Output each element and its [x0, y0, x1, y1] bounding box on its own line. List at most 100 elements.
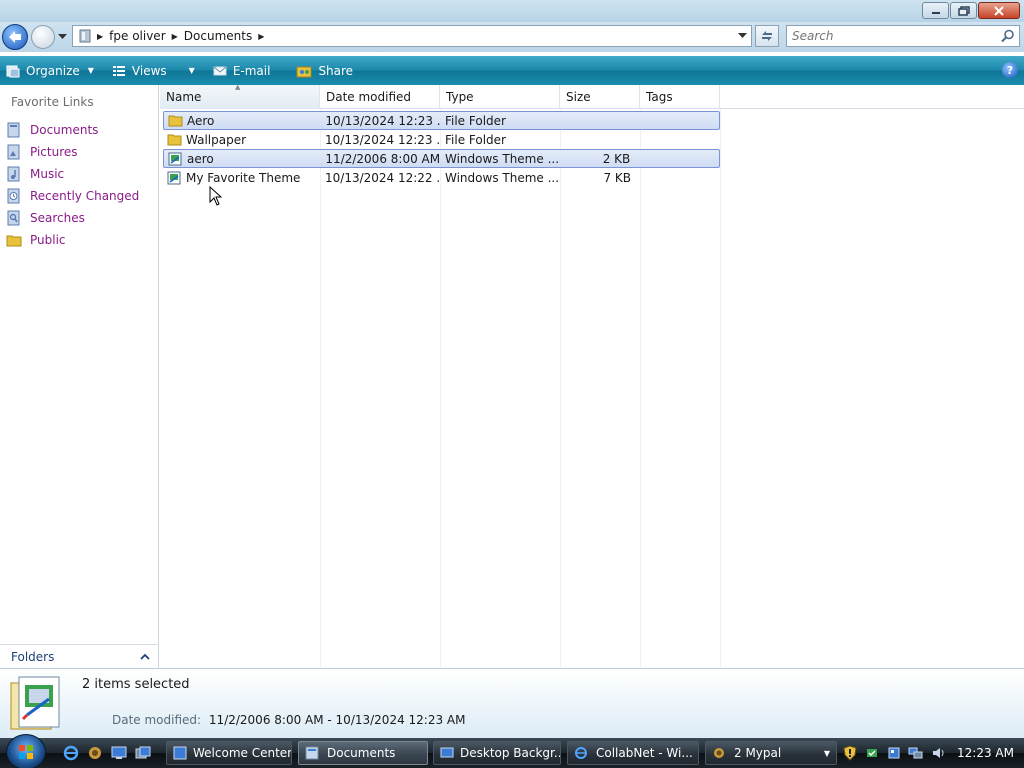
file-size: 7 KB	[603, 170, 631, 185]
nav-item-label: Pictures	[30, 145, 78, 159]
security-shield-icon[interactable]	[841, 744, 859, 762]
folders-label: Folders	[11, 649, 55, 664]
windows-sidebar-icon[interactable]	[885, 744, 903, 762]
details-pane: 2 items selected Date modified: 11/2/200…	[0, 668, 1024, 738]
file-row-aero-theme[interactable]: aero 11/2/2006 8:00 AM Windows Theme ...…	[163, 149, 720, 168]
start-button[interactable]	[6, 734, 46, 768]
column-header-label: Date modified	[326, 90, 412, 104]
internet-explorer-icon[interactable]	[62, 744, 80, 762]
folders-toggle[interactable]: Folders	[0, 644, 158, 668]
email-button[interactable]: E-mail	[207, 56, 277, 85]
breadcrumb-separator[interactable]: ▶	[97, 32, 103, 41]
mypal-browser-icon[interactable]	[86, 744, 104, 762]
refresh-button[interactable]	[755, 25, 779, 47]
date-modified-row: Date modified: 11/2/2006 8:00 AM - 10/13…	[112, 713, 466, 727]
column-header-date-modified[interactable]: Date modified	[320, 85, 440, 109]
close-button[interactable]	[978, 2, 1020, 19]
column-header-tags[interactable]: Tags	[640, 85, 720, 109]
taskbar-button-label: 2 Mypal	[734, 746, 782, 760]
views-button[interactable]: Views ▼	[106, 56, 201, 85]
file-name-cell: aero	[164, 149, 320, 168]
recent-pages-dropdown-icon[interactable]	[58, 34, 67, 40]
chevron-up-icon	[140, 653, 150, 660]
column-header-name[interactable]: ▲ Name	[160, 83, 320, 109]
file-date: 10/13/2024 12:23 ...	[325, 132, 440, 147]
organize-label: Organize	[26, 63, 80, 78]
share-button[interactable]: Share	[290, 56, 359, 85]
selection-count: 2 items selected	[82, 677, 190, 692]
close-icon	[994, 5, 1004, 16]
taskbar-button-mypal-group[interactable]: 2 Mypal ▼	[705, 741, 837, 765]
share-label: Share	[318, 63, 354, 78]
file-row-aero-folder[interactable]: Aero 10/13/2024 12:23 ... File Folder	[163, 111, 720, 130]
mypal-icon	[712, 746, 728, 760]
column-header-type[interactable]: Type	[440, 85, 560, 109]
nav-item-documents[interactable]: Documents	[6, 119, 156, 141]
breadcrumb-fpe-oliver[interactable]: fpe oliver	[109, 29, 165, 43]
taskbar-button-label: CollabNet - Wi...	[596, 746, 693, 760]
column-headers: ▲ Name Date modified Type Size Tags	[160, 83, 1024, 109]
file-tags	[640, 130, 720, 149]
search-box[interactable]	[786, 25, 1020, 47]
safely-remove-icon[interactable]	[863, 744, 881, 762]
nav-item-recently-changed[interactable]: Recently Changed	[6, 185, 156, 207]
taskbar-button-collabnet[interactable]: CollabNet - Wi...	[567, 741, 699, 765]
minimize-icon	[931, 11, 940, 14]
folder-icon	[167, 133, 182, 146]
public-folder-icon	[6, 232, 23, 248]
clock[interactable]: 12:23 AM	[957, 746, 1014, 760]
nav-item-pictures[interactable]: Pictures	[6, 141, 156, 163]
taskbar: Welcome Center Documents Desktop Backgr.…	[0, 734, 1024, 768]
file-name-cell: Aero	[164, 111, 320, 130]
window-controls	[922, 2, 1020, 19]
address-dropdown-icon[interactable]	[738, 33, 747, 39]
nav-item-label: Music	[30, 167, 65, 181]
show-desktop-icon[interactable]	[110, 744, 128, 762]
breadcrumb-documents[interactable]: Documents	[184, 29, 252, 43]
email-label: E-mail	[232, 63, 271, 78]
network-icon[interactable]	[907, 744, 925, 762]
nav-item-music[interactable]: Music	[6, 163, 156, 185]
nav-item-label: Recently Changed	[30, 189, 140, 203]
file-date: 11/2/2006 8:00 AM	[325, 151, 440, 166]
breadcrumb-separator[interactable]: ▶	[258, 32, 264, 41]
nav-item-label: Documents	[30, 123, 99, 137]
taskbar-button-label: Documents	[327, 746, 396, 760]
nav-item-public[interactable]: Public	[6, 229, 156, 251]
file-list: Aero 10/13/2024 12:23 ... File Folder Wa…	[163, 111, 720, 187]
organize-icon	[6, 64, 20, 78]
organize-caret-icon: ▼	[87, 66, 94, 75]
organize-button[interactable]: Organize ▼	[0, 56, 100, 85]
forward-button[interactable]	[31, 25, 55, 49]
file-row-my-favorite-theme[interactable]: My Favorite Theme 10/13/2024 12:22 ... W…	[163, 168, 720, 187]
taskbar-button-welcome-center[interactable]: Welcome Center	[166, 741, 292, 765]
sort-ascending-icon: ▲	[235, 83, 241, 91]
mouse-cursor-icon	[209, 186, 223, 206]
file-row-wallpaper-folder[interactable]: Wallpaper 10/13/2024 12:23 ... File Fold…	[163, 130, 720, 149]
back-button[interactable]	[2, 24, 28, 50]
breadcrumb-separator[interactable]: ▶	[172, 32, 178, 41]
nav-item-searches[interactable]: Searches	[6, 207, 156, 229]
welcome-center-icon	[173, 746, 187, 760]
minimize-button[interactable]	[922, 2, 949, 19]
switch-windows-icon[interactable]	[134, 744, 152, 762]
address-bar[interactable]: ▶ fpe oliver ▶ Documents ▶	[72, 25, 752, 47]
navigation-pane: Favorite Links Documents Pictures Music …	[0, 85, 159, 668]
views-icon	[112, 64, 126, 78]
theme-file-icon	[167, 171, 182, 185]
file-name-cell: My Favorite Theme	[163, 168, 320, 187]
volume-icon[interactable]	[929, 744, 947, 762]
column-header-size[interactable]: Size	[560, 85, 640, 109]
help-icon[interactable]: ?	[1002, 62, 1018, 78]
file-type: Windows Theme ...	[444, 151, 560, 166]
address-row: ▶ fpe oliver ▶ Documents ▶	[0, 22, 1024, 52]
search-icon[interactable]	[1001, 29, 1015, 43]
taskbar-button-desktop-background[interactable]: Desktop Backgr...	[433, 741, 561, 765]
quick-launch	[62, 744, 152, 762]
file-size: 2 KB	[602, 151, 631, 166]
search-input[interactable]	[787, 27, 987, 45]
maximize-button[interactable]	[950, 2, 977, 19]
taskbar-button-label: Desktop Backgr...	[460, 746, 561, 760]
taskbar-button-documents[interactable]: Documents	[298, 741, 428, 765]
column-divider	[440, 109, 441, 668]
